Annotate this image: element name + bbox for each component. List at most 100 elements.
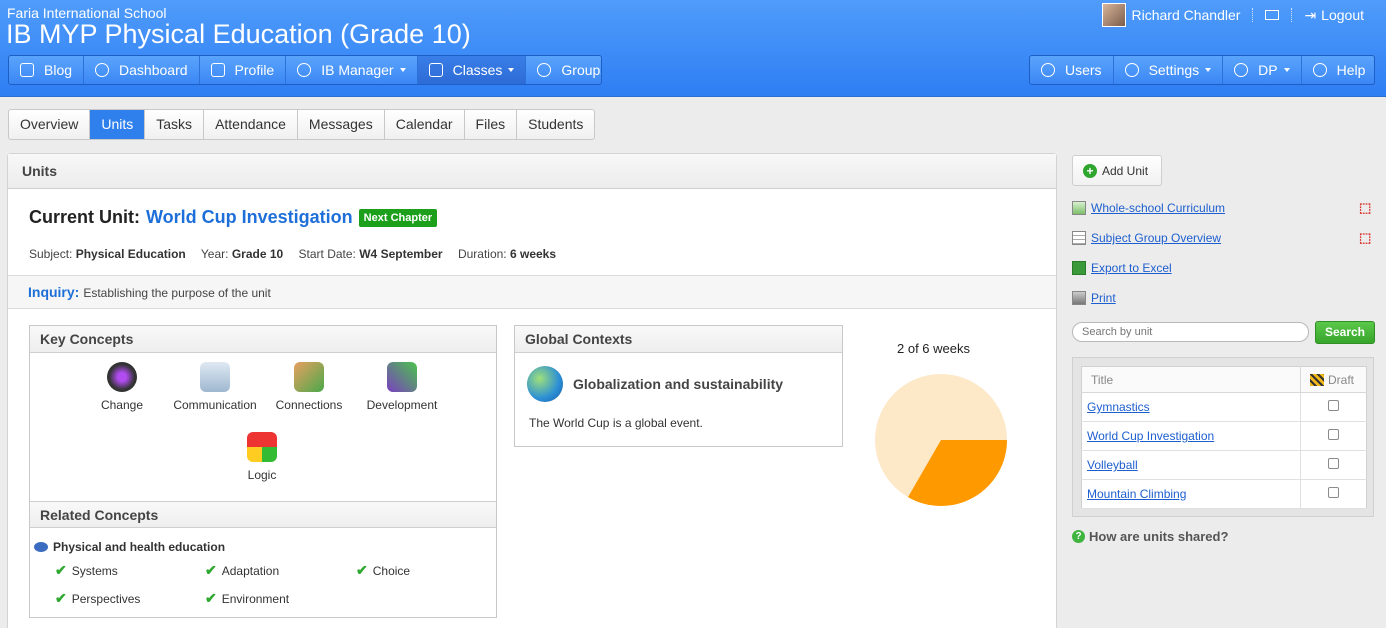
related-concept-item: ✔ Adaptation xyxy=(205,562,280,578)
logout-link[interactable]: Logout xyxy=(1321,7,1364,23)
rubiks-cube-icon xyxy=(247,432,277,462)
draft-checkbox[interactable] xyxy=(1328,429,1339,440)
plus-icon: + xyxy=(1083,163,1097,178)
units-panel: Units Current Unit: World Cup Investigat… xyxy=(7,153,1057,628)
table-row: Mountain Climbing xyxy=(1081,479,1367,509)
logout-icon[interactable]: ⇥ xyxy=(1304,7,1316,24)
related-concept-item: ✔ Perspectives xyxy=(55,590,141,606)
global-contexts-box: Global Contexts Globalization and sustai… xyxy=(514,325,843,447)
key-concepts-title: Key Concepts xyxy=(30,326,496,353)
related-concept-item: ✔ Systems xyxy=(55,562,118,578)
concept-development[interactable]: Development xyxy=(357,362,447,412)
tab-messages[interactable]: Messages xyxy=(298,110,385,139)
link-whole-school-curriculum[interactable]: Whole-school Curriculum xyxy=(1072,201,1225,215)
unit-meta: Subject: Physical Education Year: Grade … xyxy=(29,247,557,261)
check-icon: ✔ xyxy=(205,590,217,606)
global-context-item: Globalization and sustainability xyxy=(527,366,783,402)
trophy-icon xyxy=(537,63,552,77)
panel-title: Units xyxy=(8,154,1056,189)
unit-link[interactable]: Mountain Climbing xyxy=(1087,487,1186,501)
nav-dashboard[interactable]: Dashboard xyxy=(84,56,200,84)
link-subject-group-overview[interactable]: Subject Group Overview xyxy=(1072,231,1221,245)
tab-overview[interactable]: Overview xyxy=(9,110,91,139)
key-concepts-box: Key Concepts Change Communication Connec… xyxy=(29,325,497,618)
unit-link[interactable]: World Cup Investigation xyxy=(1087,429,1214,443)
concept-change[interactable]: Change xyxy=(77,362,167,412)
unit-link[interactable]: Gymnastics xyxy=(1087,400,1150,414)
chevron-down-icon xyxy=(1283,68,1290,72)
tab-tasks[interactable]: Tasks xyxy=(145,110,205,139)
nav-classes[interactable]: Classes xyxy=(417,56,527,84)
chevron-down-icon xyxy=(508,68,515,72)
draft-checkbox[interactable] xyxy=(1328,400,1339,411)
concept-communication[interactable]: Communication xyxy=(170,362,260,412)
tab-files[interactable]: Files xyxy=(465,110,518,139)
global-context-name: Globalization and sustainability xyxy=(573,376,784,392)
units-table-container: Title Draft Gymnastics World Cup Investi… xyxy=(1072,357,1374,517)
draft-checkbox[interactable] xyxy=(1328,458,1339,469)
concept-logic[interactable]: Logic xyxy=(217,432,307,482)
inquiry-label: Inquiry: xyxy=(28,284,80,300)
nav-help[interactable]: Help xyxy=(1302,56,1374,84)
tab-students[interactable]: Students xyxy=(517,110,594,139)
nav-users[interactable]: Users xyxy=(1030,56,1114,84)
avatar[interactable] xyxy=(1102,3,1127,27)
printer-icon xyxy=(1072,291,1086,305)
check-icon: ✔ xyxy=(356,562,368,578)
table-row: World Cup Investigation xyxy=(1081,421,1367,451)
related-concepts-header: Related Concepts xyxy=(30,501,496,528)
chevron-down-icon xyxy=(1205,68,1212,72)
column-draft[interactable]: Draft xyxy=(1300,366,1367,393)
gear-icon xyxy=(1124,63,1139,77)
nav-ib-manager[interactable]: IB Manager xyxy=(286,56,418,84)
pdf-icon[interactable]: ⬚ xyxy=(1359,200,1373,216)
blog-icon xyxy=(20,63,34,77)
tab-units[interactable]: Units xyxy=(90,110,146,139)
page-title: IB MYP Physical Education (Grade 10) xyxy=(6,19,471,49)
related-concepts-title: Related Concepts xyxy=(30,501,496,528)
classes-icon xyxy=(428,63,443,77)
unit-link[interactable]: Volleyball xyxy=(1087,458,1138,472)
duration-value: 6 weeks xyxy=(509,247,557,261)
related-category: Physical and health education xyxy=(34,540,225,554)
globe-icon xyxy=(527,366,563,402)
user-box: Richard Chandler ⇥ Logout xyxy=(1102,3,1364,27)
app-header: Faria International School IB MYP Physic… xyxy=(0,0,1386,97)
tab-attendance[interactable]: Attendance xyxy=(204,110,298,139)
current-unit-link[interactable]: World Cup Investigation xyxy=(146,207,353,228)
table-header-row: Title Draft xyxy=(1081,366,1367,393)
check-icon: ✔ xyxy=(55,590,67,606)
pdf-icon[interactable]: ⬚ xyxy=(1359,230,1373,246)
concept-connections[interactable]: Connections xyxy=(264,362,354,412)
how-units-shared-link[interactable]: ? How are units shared? xyxy=(1072,529,1228,544)
main-nav: Blog Dashboard Profile IB Manager Classe… xyxy=(8,55,602,85)
link-print[interactable]: Print xyxy=(1072,291,1116,305)
unit-search-input[interactable] xyxy=(1072,322,1309,342)
profile-icon xyxy=(210,63,225,77)
check-icon: ✔ xyxy=(205,562,217,578)
link-export-to-excel[interactable]: Export to Excel xyxy=(1072,261,1172,275)
current-unit-label: Current Unit: xyxy=(29,207,140,227)
progress-pie xyxy=(875,374,1007,506)
nav-blog[interactable]: Blog xyxy=(9,56,85,84)
add-unit-button[interactable]: + Add Unit xyxy=(1072,155,1162,186)
tab-calendar[interactable]: Calendar xyxy=(385,110,465,139)
inquiry-text: Establishing the purpose of the unit xyxy=(83,286,271,300)
help-icon xyxy=(1312,63,1327,77)
nav-dp[interactable]: DP xyxy=(1223,56,1302,84)
nav-groups[interactable]: Groups xyxy=(526,56,601,84)
draft-checkbox[interactable] xyxy=(1328,487,1339,498)
image-icon xyxy=(1072,201,1086,215)
subject-value: Physical Education xyxy=(75,247,186,261)
help-icon: ? xyxy=(1072,530,1085,543)
column-title[interactable]: Title xyxy=(1081,366,1301,393)
mail-icon[interactable] xyxy=(1265,10,1280,20)
nav-settings[interactable]: Settings xyxy=(1114,56,1224,84)
progress-label: 2 of 6 weeks xyxy=(897,341,970,356)
next-chapter-badge[interactable]: Next Chapter xyxy=(358,208,438,227)
nav-profile[interactable]: Profile xyxy=(200,56,287,84)
user-name[interactable]: Richard Chandler xyxy=(1131,7,1240,23)
table-row: Gymnastics xyxy=(1081,392,1367,422)
related-concept-item: ✔ Environment xyxy=(205,590,290,606)
search-button[interactable]: Search xyxy=(1315,321,1375,344)
